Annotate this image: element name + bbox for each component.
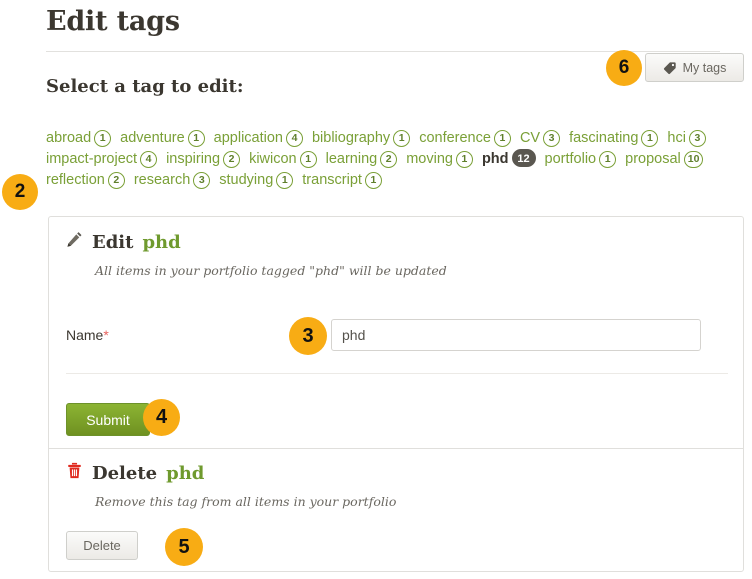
tag-count-badge: 3	[688, 130, 706, 147]
tag-item[interactable]: reflection 2	[46, 170, 125, 191]
tag-item[interactable]: abroad 1	[46, 128, 112, 149]
tag-count-badge: 1	[641, 130, 659, 147]
tag-link[interactable]: abroad	[46, 130, 91, 146]
tag-item[interactable]: proposal 10	[625, 149, 704, 170]
name-label: Name*	[66, 327, 109, 343]
tag-link[interactable]: reflection	[46, 172, 105, 188]
delete-heading-tag: phd	[166, 462, 205, 484]
tag-link[interactable]: proposal	[625, 151, 681, 167]
tag-count-badge: 4	[140, 151, 158, 168]
tag-item[interactable]: learning 2	[326, 149, 398, 170]
delete-section-description: Remove this tag from all items in your p…	[95, 494, 397, 509]
tag-item[interactable]: application 4	[214, 128, 303, 149]
tag-link[interactable]: inspiring	[166, 151, 220, 167]
delete-section-heading: Delete phd	[66, 462, 204, 484]
tag-count-badge: 1	[187, 130, 205, 147]
tag-count-badge: 12	[511, 149, 536, 167]
tag-item[interactable]: phd 12	[482, 149, 536, 170]
tag-count-badge: 1	[493, 130, 511, 147]
tag-link[interactable]: hci	[667, 130, 686, 146]
required-marker: *	[103, 327, 109, 343]
form-divider	[66, 373, 728, 374]
tag-link[interactable]: CV	[520, 130, 540, 146]
tag-item[interactable]: impact-project 4	[46, 149, 158, 170]
pencil-icon	[66, 231, 83, 253]
tag-link[interactable]: conference	[419, 130, 491, 146]
tag-item[interactable]: fascinating 1	[569, 128, 659, 149]
tag-count-badge: 2	[223, 151, 241, 168]
tag-count-badge: 1	[599, 151, 617, 168]
edit-section-description: All items in your portfolio tagged "phd"…	[95, 263, 447, 278]
tag-link[interactable]: studying	[219, 172, 273, 188]
tag-cloud: abroad 1 adventure 1 application 4 bibliograph…	[46, 128, 746, 191]
tag-link[interactable]: kiwicon	[249, 151, 297, 167]
section-divider	[49, 448, 743, 449]
delete-button[interactable]: Delete	[66, 531, 138, 560]
tag-link[interactable]: phd	[482, 151, 509, 167]
tag-count-badge: 2	[380, 151, 398, 168]
tag-link[interactable]: fascinating	[569, 130, 638, 146]
tag-count-badge: 4	[285, 130, 303, 147]
tag-link[interactable]: research	[134, 172, 190, 188]
tag-item[interactable]: conference 1	[419, 128, 511, 149]
tag-link[interactable]: adventure	[120, 130, 185, 146]
tag-link[interactable]: impact-project	[46, 151, 137, 167]
tag-item[interactable]: adventure 1	[120, 128, 205, 149]
tag-count-badge: 1	[94, 130, 112, 147]
tag-item[interactable]: research 3	[134, 170, 211, 191]
select-tag-heading: Select a tag to edit:	[46, 76, 244, 97]
tag-icon	[663, 61, 677, 75]
tag-item[interactable]: studying 1	[219, 170, 294, 191]
tag-item[interactable]: kiwicon 1	[249, 149, 317, 170]
page-title: Edit tags	[46, 6, 180, 37]
tag-count-badge: 3	[193, 172, 211, 189]
edit-heading-tag: phd	[142, 231, 181, 253]
tag-name-input[interactable]	[331, 319, 701, 351]
callout-marker-2: 2	[2, 174, 38, 210]
tag-link[interactable]: portfolio	[545, 151, 597, 167]
edit-section-heading: Edit phd	[66, 231, 181, 253]
tag-edit-panel: Edit phd All items in your portfolio tag…	[48, 216, 744, 572]
tag-item[interactable]: moving 1	[406, 149, 473, 170]
tag-count-badge: 2	[107, 172, 125, 189]
tag-count-badge: 3	[543, 130, 561, 147]
tag-link[interactable]: bibliography	[312, 130, 390, 146]
delete-heading-prefix: Delete	[92, 462, 158, 484]
my-tags-button[interactable]: My tags	[645, 53, 744, 82]
callout-marker-6: 6	[606, 50, 642, 86]
tag-link[interactable]: transcript	[302, 172, 362, 188]
callout-marker-5: 5	[165, 528, 203, 566]
tag-item[interactable]: transcript 1	[302, 170, 382, 191]
trash-icon	[66, 462, 83, 484]
tag-count-badge: 1	[276, 172, 294, 189]
tag-item[interactable]: CV 3	[520, 128, 561, 149]
my-tags-label: My tags	[682, 60, 727, 75]
tag-item[interactable]: bibliography 1	[312, 128, 411, 149]
callout-marker-3: 3	[289, 317, 327, 355]
tag-item[interactable]: portfolio 1	[545, 149, 617, 170]
submit-button[interactable]: Submit	[66, 403, 150, 436]
tag-item[interactable]: inspiring 2	[166, 149, 241, 170]
tag-link[interactable]: moving	[406, 151, 453, 167]
tag-item[interactable]: hci 3	[667, 128, 706, 149]
tag-link[interactable]: application	[214, 130, 283, 146]
tag-count-badge: 1	[393, 130, 411, 147]
tag-count-badge: 1	[299, 151, 317, 168]
tag-link[interactable]: learning	[326, 151, 378, 167]
tag-count-badge: 10	[683, 151, 704, 168]
tag-count-badge: 1	[455, 151, 473, 168]
edit-heading-prefix: Edit	[92, 231, 134, 253]
edit-tags-page: Edit tags Select a tag to edit: My tags …	[0, 0, 752, 579]
callout-marker-4: 4	[143, 399, 180, 436]
name-label-text: Name	[66, 327, 104, 343]
tag-count-badge: 1	[364, 172, 382, 189]
